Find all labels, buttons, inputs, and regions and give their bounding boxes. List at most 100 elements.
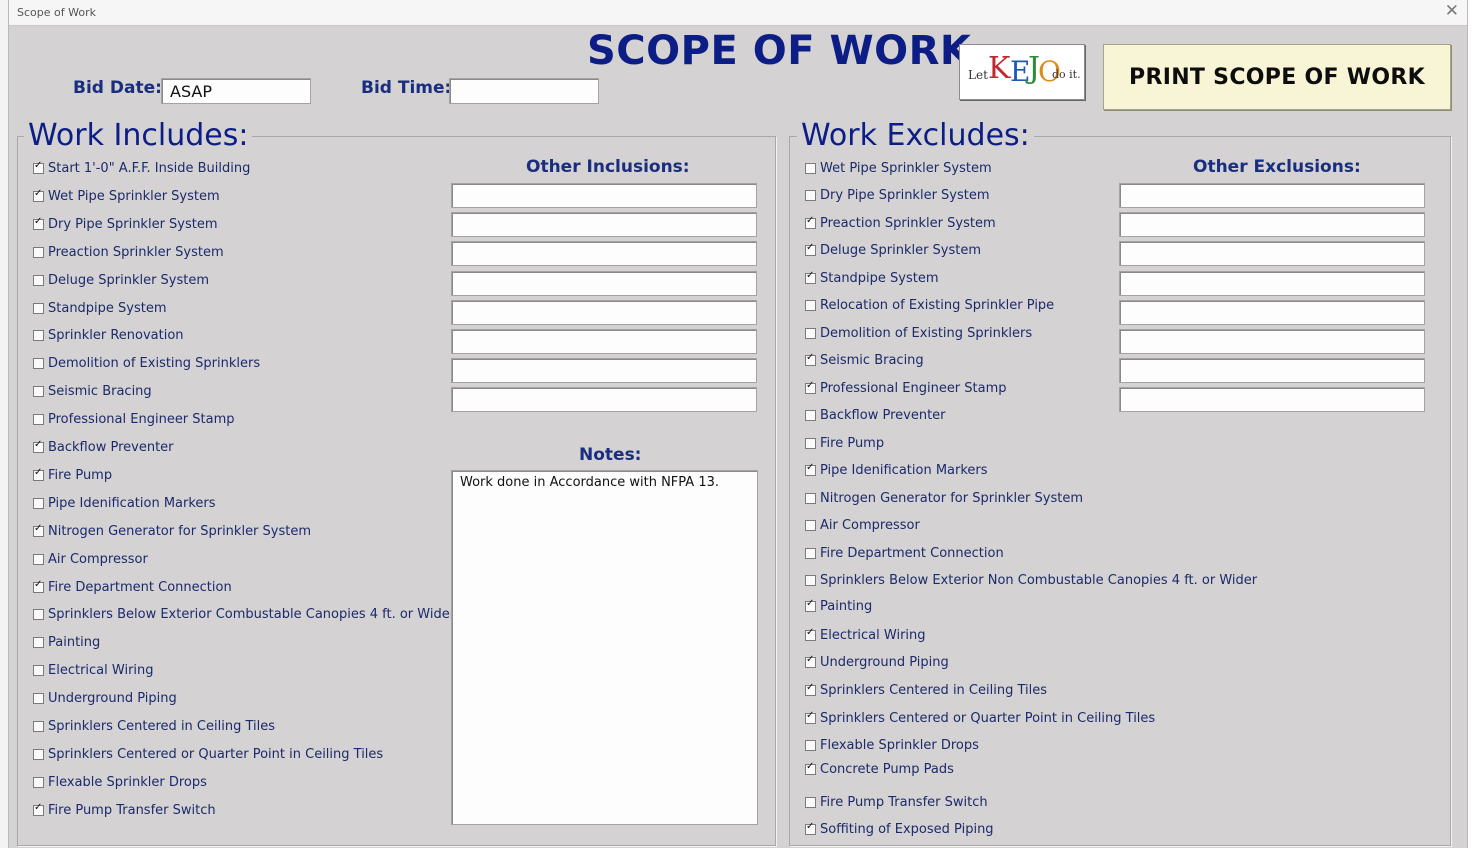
checkbox-box[interactable] — [33, 637, 44, 649]
checkbox-box[interactable] — [33, 693, 44, 705]
exclude-checkbox-fire-department-connection[interactable]: Fire Department Connection — [805, 546, 1004, 561]
include-checkbox-seismic-bracing[interactable]: Seismic Bracing — [33, 384, 152, 399]
include-checkbox-deluge-sprinkler-system[interactable]: Deluge Sprinkler System — [33, 273, 209, 288]
checkbox-box[interactable] — [805, 710, 816, 724]
other-inclusion-field-3[interactable] — [451, 241, 757, 267]
exclude-checkbox-backflow-preventer[interactable]: Backflow Preventer — [805, 408, 946, 423]
other-exclusion-field-3[interactable] — [1119, 241, 1425, 267]
include-checkbox-sprinklers-below-exterior-combustable-canopies-4-ft-or-wider[interactable]: Sprinklers Below Exterior Combustable Ca… — [33, 607, 455, 622]
exclude-checkbox-seismic-bracing[interactable]: Seismic Bracing — [805, 352, 924, 368]
exclude-checkbox-soffiting-of-exposed-piping[interactable]: Soffiting of Exposed Piping — [805, 821, 994, 837]
checkbox-box[interactable] — [33, 330, 44, 342]
exclude-checkbox-deluge-sprinkler-system[interactable]: Deluge Sprinkler System — [805, 242, 981, 258]
include-checkbox-professional-engineer-stamp[interactable]: Professional Engineer Stamp — [33, 412, 235, 427]
other-exclusion-field-4[interactable] — [1119, 270, 1425, 296]
checkbox-box[interactable] — [33, 523, 44, 537]
checkbox-box[interactable] — [805, 270, 816, 284]
other-inclusion-field-6[interactable] — [451, 329, 757, 354]
other-inclusion-field-4[interactable] — [451, 270, 757, 296]
checkbox-box[interactable] — [805, 627, 816, 641]
exclude-checkbox-sprinklers-centered-in-ceiling-tiles[interactable]: Sprinklers Centered in Ceiling Tiles — [805, 682, 1047, 698]
checkbox-box[interactable] — [805, 821, 816, 835]
other-inclusion-field-8[interactable] — [451, 387, 757, 413]
bid-time-field[interactable] — [449, 78, 599, 104]
include-checkbox-sprinklers-centered-in-ceiling-tiles[interactable]: Sprinklers Centered in Ceiling Tiles — [33, 719, 275, 734]
checkbox-box[interactable] — [33, 160, 44, 174]
exclude-checkbox-painting[interactable]: Painting — [805, 598, 872, 614]
exclude-checkbox-standpipe-system[interactable]: Standpipe System — [805, 270, 939, 286]
checkbox-box[interactable] — [805, 682, 816, 696]
other-exclusion-field-8[interactable] — [1119, 387, 1425, 413]
include-checkbox-fire-pump-transfer-switch[interactable]: Fire Pump Transfer Switch — [33, 802, 216, 818]
checkbox-box[interactable] — [805, 740, 816, 751]
checkbox-box[interactable] — [33, 439, 44, 453]
exclude-checkbox-demolition-of-existing-sprinklers[interactable]: Demolition of Existing Sprinklers — [805, 326, 1032, 341]
checkbox-box[interactable] — [33, 358, 44, 370]
checkbox-box[interactable] — [805, 215, 816, 229]
include-checkbox-backflow-preventer[interactable]: Backflow Preventer — [33, 439, 174, 455]
checkbox-box[interactable] — [805, 190, 816, 201]
include-checkbox-fire-pump[interactable]: Fire Pump — [33, 467, 112, 483]
exclude-checkbox-pipe-idenification-markers[interactable]: Pipe Idenification Markers — [805, 462, 988, 478]
include-checkbox-dry-pipe-sprinkler-system[interactable]: Dry Pipe Sprinkler System — [33, 216, 218, 232]
exclude-checkbox-electrical-wiring[interactable]: Electrical Wiring — [805, 627, 926, 643]
checkbox-box[interactable] — [33, 553, 44, 565]
exclude-checkbox-sprinklers-centered-or-quarter-point-in-ceiling-tiles[interactable]: Sprinklers Centered or Quarter Point in … — [805, 710, 1155, 726]
checkbox-box[interactable] — [805, 163, 816, 174]
exclude-checkbox-dry-pipe-sprinkler-system[interactable]: Dry Pipe Sprinkler System — [805, 188, 990, 203]
include-checkbox-electrical-wiring[interactable]: Electrical Wiring — [33, 663, 154, 678]
include-checkbox-flexable-sprinkler-drops[interactable]: Flexable Sprinkler Drops — [33, 775, 207, 790]
other-inclusion-field-2[interactable] — [451, 212, 757, 238]
checkbox-box[interactable] — [805, 328, 816, 339]
other-exclusion-field-2[interactable] — [1119, 212, 1425, 238]
bid-date-field[interactable]: ASAP — [161, 78, 311, 104]
checkbox-box[interactable] — [33, 748, 44, 760]
checkbox-box[interactable] — [33, 776, 44, 788]
checkbox-box[interactable] — [33, 414, 44, 426]
checkbox-box[interactable] — [805, 380, 816, 394]
exclude-checkbox-fire-pump-transfer-switch[interactable]: Fire Pump Transfer Switch — [805, 795, 988, 810]
checkbox-box[interactable] — [805, 575, 816, 586]
other-exclusion-field-1[interactable] — [1119, 183, 1425, 208]
include-checkbox-preaction-sprinkler-system[interactable]: Preaction Sprinkler System — [33, 245, 224, 260]
other-inclusion-field-5[interactable] — [451, 299, 757, 325]
checkbox-box[interactable] — [805, 410, 816, 421]
checkbox-box[interactable] — [33, 721, 44, 732]
include-checkbox-nitrogen-generator-for-sprinkler-system[interactable]: Nitrogen Generator for Sprinkler System — [33, 523, 311, 539]
include-checkbox-start-1-0-a-f-f-inside-building[interactable]: Start 1'-0" A.F.F. Inside Building — [33, 160, 250, 176]
checkbox-box[interactable] — [33, 497, 44, 509]
checkbox-box[interactable] — [805, 548, 816, 559]
checkbox-box[interactable] — [805, 438, 816, 449]
checkbox-box[interactable] — [805, 242, 816, 256]
other-inclusion-field-7[interactable] — [451, 358, 757, 384]
checkbox-box[interactable] — [805, 654, 816, 668]
other-exclusion-field-5[interactable] — [1119, 299, 1425, 325]
include-checkbox-standpipe-system[interactable]: Standpipe System — [33, 301, 167, 316]
include-checkbox-fire-department-connection[interactable]: Fire Department Connection — [33, 579, 232, 595]
checkbox-box[interactable] — [33, 609, 44, 621]
checkbox-box[interactable] — [33, 302, 44, 314]
checkbox-box[interactable] — [33, 188, 44, 202]
include-checkbox-wet-pipe-sprinkler-system[interactable]: Wet Pipe Sprinkler System — [33, 188, 220, 204]
notes-textarea[interactable]: Work done in Accordance with NFPA 13. — [451, 470, 758, 825]
exclude-checkbox-professional-engineer-stamp[interactable]: Professional Engineer Stamp — [805, 380, 1007, 396]
checkbox-box[interactable] — [805, 300, 816, 311]
include-checkbox-painting[interactable]: Painting — [33, 635, 100, 650]
exclude-checkbox-underground-piping[interactable]: Underground Piping — [805, 654, 949, 670]
other-exclusion-field-7[interactable] — [1119, 358, 1425, 384]
checkbox-box[interactable] — [33, 386, 44, 398]
other-exclusion-field-6[interactable] — [1119, 329, 1425, 354]
print-scope-button[interactable]: PRINT SCOPE OF WORK — [1103, 44, 1451, 110]
checkbox-box[interactable] — [805, 462, 816, 476]
exclude-checkbox-flexable-sprinkler-drops[interactable]: Flexable Sprinkler Drops — [805, 738, 979, 753]
checkbox-box[interactable] — [805, 493, 816, 504]
exclude-checkbox-concrete-pump-pads[interactable]: Concrete Pump Pads — [805, 761, 954, 777]
checkbox-box[interactable] — [805, 761, 816, 775]
checkbox-box[interactable] — [33, 665, 44, 677]
exclude-checkbox-wet-pipe-sprinkler-system[interactable]: Wet Pipe Sprinkler System — [805, 161, 992, 176]
exclude-checkbox-preaction-sprinkler-system[interactable]: Preaction Sprinkler System — [805, 215, 996, 231]
exclude-checkbox-air-compressor[interactable]: Air Compressor — [805, 518, 920, 533]
checkbox-box[interactable] — [33, 802, 44, 816]
checkbox-box[interactable] — [33, 579, 44, 593]
exclude-checkbox-relocation-of-existing-sprinkler-pipe[interactable]: Relocation of Existing Sprinkler Pipe — [805, 298, 1054, 313]
